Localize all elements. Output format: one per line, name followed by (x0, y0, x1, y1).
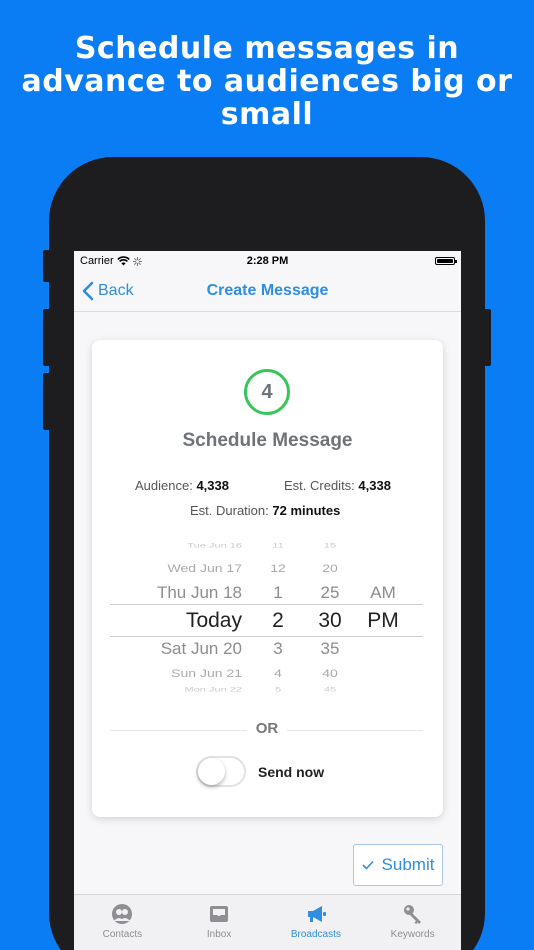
tab-label: Contacts (102, 929, 143, 940)
tab-label: Inbox (206, 929, 232, 940)
picker-option[interactable]: 45 (310, 687, 350, 694)
picker-option[interactable]: Thu Jun 18 (157, 583, 242, 603)
tab-label: Keywords (390, 929, 435, 940)
status-time: 2:28 PM (246, 255, 289, 267)
picker-option[interactable]: 1 (258, 583, 298, 603)
picker-option[interactable]: PM (358, 609, 408, 633)
duration-stat: Est. Duration: 72 minutes (190, 503, 340, 518)
picker-option[interactable]: AM (358, 583, 408, 603)
picker-option[interactable]: 12 (258, 562, 298, 575)
inbox-icon (210, 906, 229, 922)
nav-title: Create Message (206, 282, 329, 299)
picker-option[interactable]: 35 (310, 639, 350, 659)
submit-label: Submit (381, 855, 435, 874)
picker-option[interactable]: 11 (258, 543, 298, 550)
tab-contacts[interactable]: Contacts (74, 895, 171, 950)
credits-stat: Est. Credits: 4,338 (284, 478, 391, 493)
tab-label: Broadcasts (290, 929, 341, 940)
picker-option[interactable]: 40 (310, 667, 350, 680)
battery-icon (435, 257, 457, 265)
picker-option[interactable]: 30 (310, 609, 350, 633)
hour-column[interactable]: 11 12 1 2 3 4 5 (258, 538, 298, 702)
day-column[interactable]: Tue Jun 16 Wed Jun 17 Thu Jun 18 Today Sat J… (110, 538, 242, 702)
picker-option[interactable]: 4 (258, 667, 298, 680)
picker-option[interactable]: Sun Jun 21 (171, 667, 242, 680)
headline: Schedule messages in advance to audience… (21, 31, 513, 132)
contacts-icon (112, 904, 133, 924)
toggle-knob (198, 758, 225, 785)
audience-stat: Audience: 4,338 (135, 478, 229, 493)
tab-inbox[interactable]: Inbox (171, 895, 268, 950)
minute-column[interactable]: 15 20 25 30 35 40 45 (310, 538, 350, 702)
picker-option[interactable]: 2 (258, 609, 298, 633)
step-number-badge: 4 (244, 369, 290, 415)
ampm-column[interactable]: AM PM (358, 538, 408, 702)
duration-value: 72 minutes (272, 503, 341, 518)
card-title: Schedule Message (182, 430, 353, 451)
submit-button[interactable]: Submit (353, 844, 443, 886)
send-now-label: Send now (258, 764, 325, 780)
picker-option[interactable]: Mon Jun 22 (185, 687, 242, 694)
or-label: OR (247, 720, 287, 737)
credits-value: 4,338 (358, 478, 391, 493)
picker-option[interactable]: Sat Jun 20 (161, 639, 242, 659)
key-icon (403, 905, 421, 924)
picker-option[interactable]: 3 (258, 639, 298, 659)
credits-label: Est. Credits: (284, 478, 355, 493)
picker-option[interactable]: 5 (258, 687, 298, 694)
picker-option[interactable]: 20 (310, 562, 350, 575)
schedule-card: 4 Schedule Message Audience: 4,338 Est. … (92, 340, 443, 817)
checkmark-icon (361, 860, 374, 870)
tab-keywords[interactable]: Keywords (364, 895, 461, 950)
duration-label: Est. Duration: (190, 503, 269, 518)
tab-broadcasts[interactable]: Broadcasts (268, 895, 365, 950)
navigation-bar: Back Create Message (74, 271, 461, 312)
audience-value: 4,338 (196, 478, 229, 493)
phone-screen: Carrier 2:28 PM Back Create Message 4 Sc… (74, 251, 461, 950)
picker-option[interactable]: 25 (310, 583, 350, 603)
tab-bar: Contacts Inbox Broadcasts Keywords (74, 894, 461, 950)
picker-option[interactable]: 15 (310, 543, 350, 550)
status-bar: Carrier 2:28 PM (74, 251, 461, 271)
audience-label: Audience: (135, 478, 193, 493)
date-time-picker[interactable]: Tue Jun 16 Wed Jun 17 Thu Jun 18 Today Sat J… (110, 538, 423, 702)
megaphone-icon (307, 906, 326, 922)
send-now-toggle[interactable] (196, 756, 246, 787)
picker-option[interactable]: Tue Jun 16 (187, 543, 242, 550)
picker-option[interactable]: Wed Jun 17 (168, 562, 242, 575)
picker-option[interactable]: Today (186, 609, 242, 633)
